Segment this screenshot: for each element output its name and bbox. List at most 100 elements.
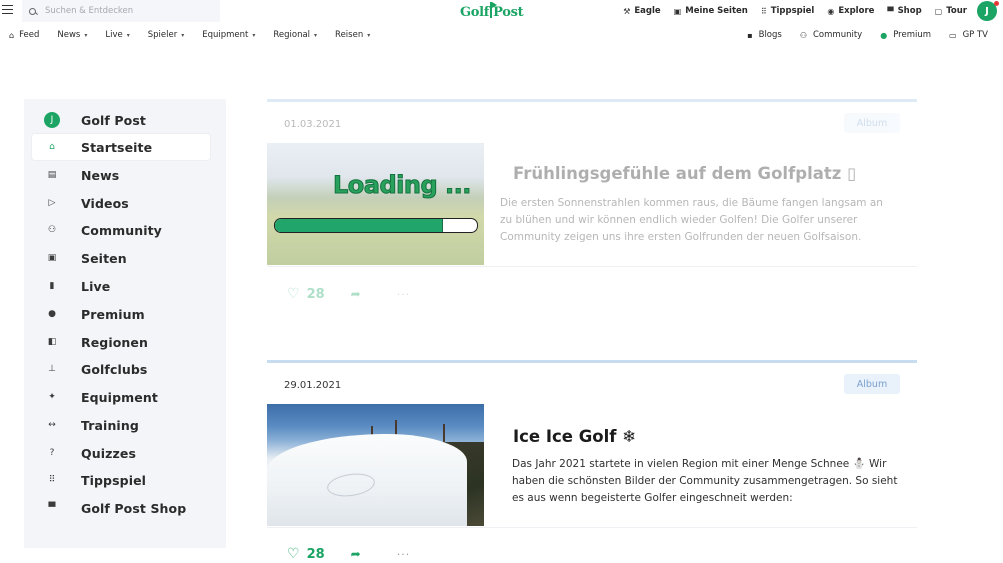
topnav-label: Tippspiel <box>770 6 815 16</box>
calendar-icon: ▢ <box>934 6 943 16</box>
card-top-border <box>267 99 917 102</box>
search-bar[interactable] <box>22 0 220 22</box>
feed-post-card[interactable]: 29.01.2021 Album Ice Ice Golf ❄ Das Jahr… <box>267 360 917 563</box>
topnav-meine-seiten[interactable]: ▣ Meine Seiten <box>674 6 748 16</box>
sidebar-item-label: Tippspiel <box>81 472 147 488</box>
search-icon <box>29 7 36 15</box>
equipment-icon: ✦ <box>48 392 56 402</box>
compass-icon: ◉ <box>827 6 835 16</box>
subnav-label: Reisen <box>335 30 364 40</box>
topnav-shop[interactable]: ▀ Shop <box>887 6 921 16</box>
sidebar-item-label: News <box>81 167 120 183</box>
subnav-reisen[interactable]: Reisen ▾ <box>335 30 370 40</box>
subnav-equipment[interactable]: Equipment ▾ <box>202 30 255 40</box>
subnav-premium[interactable]: ● Premium <box>880 30 931 40</box>
sidebar-item-equipment[interactable]: ✦ Equipment <box>32 384 210 410</box>
subnav-news[interactable]: News ▾ <box>57 30 87 40</box>
sidebar-item-quizzes[interactable]: ? Quizzes <box>32 440 210 466</box>
hamburger-menu-icon[interactable] <box>2 5 13 14</box>
tv-icon: ▭ <box>949 30 957 40</box>
top-nav: ⚒ Eagle ▣ Meine Seiten ⠿ Tippspiel ◉ Explore… <box>610 0 967 22</box>
more-options-icon[interactable]: ··· <box>397 288 411 301</box>
sidebar-item-label: Community <box>81 222 162 238</box>
topnav-tippspiel[interactable]: ⠿ Tippspiel <box>761 6 814 16</box>
sidebar-item-label: Live <box>81 278 111 294</box>
loading-progress-bar <box>274 218 478 233</box>
sidebar-item-golf-post[interactable]: J Golf Post <box>32 107 210 133</box>
post-title[interactable]: Frühlingsgefühle auf dem Golfplatz ▯ <box>513 164 856 183</box>
topnav-label: Eagle <box>634 6 661 16</box>
search-input[interactable] <box>45 6 205 16</box>
map-icon: ◧ <box>47 337 57 347</box>
subnav-label: News <box>57 30 81 40</box>
sidebar-item-training[interactable]: ↔ Training <box>32 412 210 438</box>
sidebar-item-label: Golf Post <box>81 112 146 128</box>
heart-icon[interactable]: ♡ <box>287 546 300 562</box>
topnav-eagle[interactable]: ⚒ Eagle <box>623 6 660 16</box>
sidebar-item-tippspiel[interactable]: ⠿ Tippspiel <box>32 467 210 493</box>
sidebar-item-community[interactable]: ⚇ Community <box>32 217 210 243</box>
subnav-label: Live <box>105 30 123 40</box>
sidebar: J Golf Post ⌂ Startseite ▤ News ▷ Videos… <box>24 99 226 548</box>
subnav-blogs[interactable]: ▪ Blogs <box>747 30 782 40</box>
topnav-label: Shop <box>897 6 922 16</box>
chevron-down-icon: ▾ <box>314 31 318 39</box>
subnav-label: Regional <box>273 30 311 40</box>
share-icon[interactable]: ➦ <box>351 287 361 301</box>
feed-post-card[interactable]: 01.03.2021 Album Loading ... Frühlingsge… <box>267 99 917 324</box>
sidebar-item-premium[interactable]: ● Premium <box>32 301 210 327</box>
post-thumbnail[interactable] <box>267 404 484 526</box>
subnav-label: Feed <box>19 30 40 40</box>
sidebar-item-label: Premium <box>81 306 145 322</box>
sidebar-item-golfclubs[interactable]: ⊥ Golfclubs <box>32 356 210 382</box>
pages-icon: ▣ <box>47 253 57 263</box>
subnav-live[interactable]: Live ▾ <box>105 30 129 40</box>
card-divider <box>267 527 917 528</box>
post-date: 01.03.2021 <box>284 119 342 130</box>
quiz-icon: ? <box>49 448 55 458</box>
golf-post-logo[interactable]: Golf Post <box>460 1 524 23</box>
sidebar-item-label: Regionen <box>81 334 148 350</box>
sidebar-item-live[interactable]: ▮ Live <box>32 273 210 299</box>
sidebar-item-videos[interactable]: ▷ Videos <box>32 190 210 216</box>
sidebar-item-seiten[interactable]: ▣ Seiten <box>32 245 210 271</box>
topnav-tour[interactable]: ▢ Tour <box>935 6 967 16</box>
subnav-spieler[interactable]: Spieler ▾ <box>148 30 184 40</box>
notification-dot <box>994 1 999 6</box>
album-badge[interactable]: Album <box>844 113 900 133</box>
post-thumbnail[interactable]: Loading ... <box>267 143 484 265</box>
video-icon: ▷ <box>48 198 56 208</box>
album-badge[interactable]: Album <box>844 374 900 394</box>
post-excerpt: Das Jahr 2021 startete in vielen Region … <box>512 458 898 504</box>
subnav-gp-tv[interactable]: ▭ GP TV <box>949 30 988 40</box>
home-icon: ⌂ <box>9 30 15 40</box>
more-options-icon[interactable]: ··· <box>397 548 411 561</box>
loading-overlay <box>267 143 484 265</box>
sidebar-item-news[interactable]: ▤ News <box>32 162 210 188</box>
subnav-feed[interactable]: ⌂ Feed <box>9 30 39 40</box>
grid-icon: ⠿ <box>48 475 56 485</box>
topnav-label: Explore <box>838 6 875 16</box>
subnav-label: Community <box>813 30 863 40</box>
news-icon: ▤ <box>47 170 57 180</box>
subnav-regional[interactable]: Regional ▾ <box>273 30 317 40</box>
sidebar-item-label: Equipment <box>81 389 158 405</box>
top-bar: GolfPost ⚒Eagle ▣Meine Seiten ⠿Tippspiel… <box>0 0 1003 24</box>
subnav-community[interactable]: ⚇ Community <box>800 30 862 40</box>
sidebar-item-label: Training <box>81 417 139 433</box>
post-title[interactable]: Ice Ice Golf ❄ <box>513 427 636 446</box>
like-count: 28 <box>306 286 325 302</box>
sidebar-item-golf-post-shop[interactable]: ▀ Golf Post Shop <box>32 495 210 521</box>
sidebar-item-startseite[interactable]: ⌂ Startseite <box>32 134 210 160</box>
share-icon[interactable]: ➦ <box>351 547 361 561</box>
premium-icon: ● <box>880 30 888 40</box>
post-excerpt: Die ersten Sonnenstrahlen kommen raus, d… <box>500 197 883 243</box>
chevron-down-icon: ▾ <box>367 31 371 39</box>
post-actions: ♡ 28 ➦ ··· <box>287 546 410 562</box>
sidebar-item-regionen[interactable]: ◧ Regionen <box>32 329 210 355</box>
logo-text-left: Golf <box>460 4 490 20</box>
topnav-explore[interactable]: ◉ Explore <box>827 6 874 16</box>
loading-text: Loading ... <box>333 171 472 200</box>
user-avatar[interactable]: J <box>977 1 999 21</box>
heart-icon[interactable]: ♡ <box>287 286 300 302</box>
